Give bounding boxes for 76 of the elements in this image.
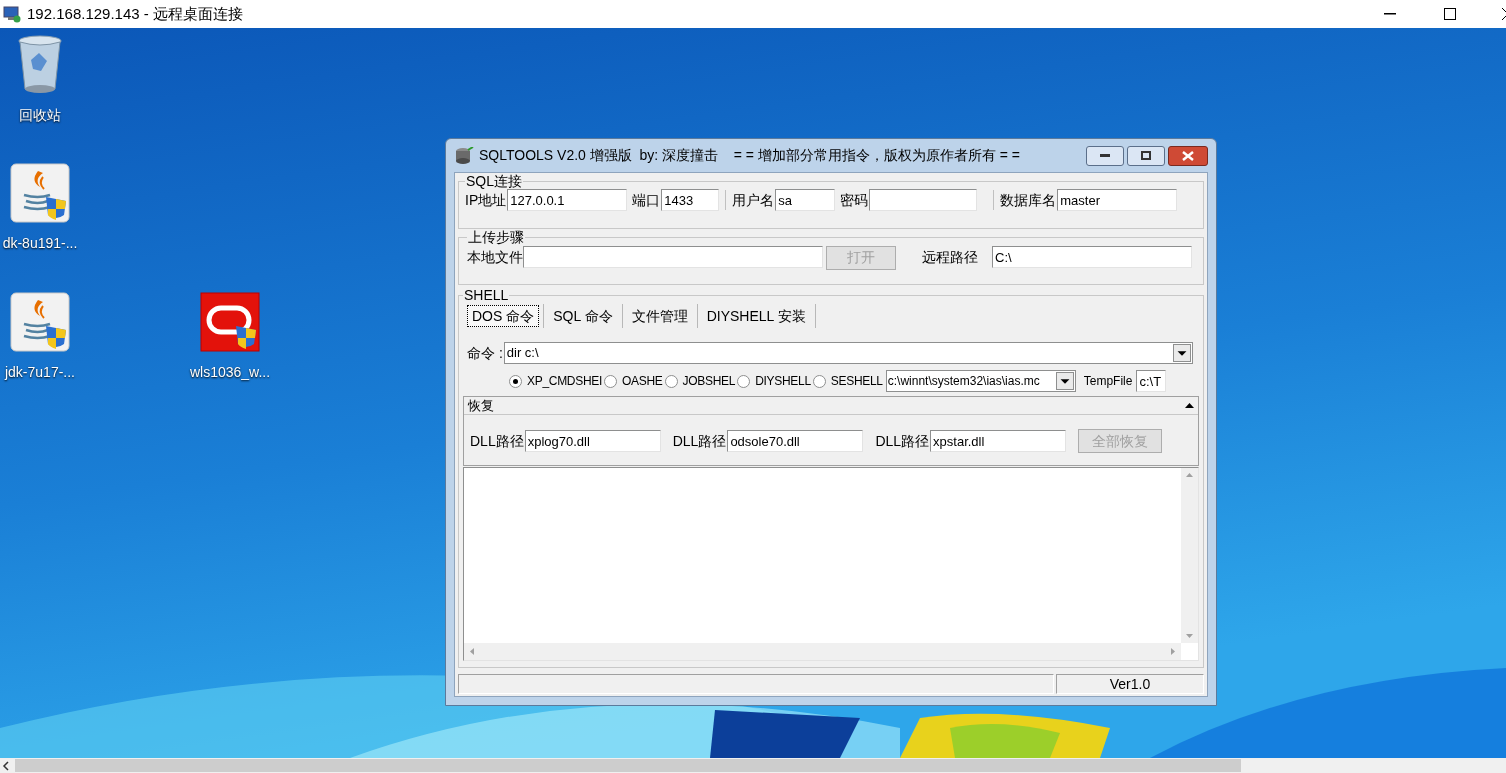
java-installer-icon xyxy=(10,163,70,223)
scroll-right-icon[interactable] xyxy=(1171,648,1175,655)
panel-title: 上传步骤 xyxy=(467,229,525,245)
close-icon xyxy=(1182,150,1194,161)
radio-button[interactable] xyxy=(737,374,751,388)
java-installer-icon xyxy=(10,292,70,352)
field-label: IP地址 xyxy=(465,190,507,210)
input-field[interactable] xyxy=(523,246,823,269)
minimize-icon[interactable] xyxy=(1384,13,1396,15)
maximize-icon xyxy=(1141,151,1151,160)
input-field[interactable] xyxy=(869,189,978,211)
field-label: TempFile xyxy=(1083,373,1133,390)
close-button[interactable] xyxy=(1168,145,1208,166)
radio-label: SESHELL xyxy=(830,373,883,390)
scroll-up-icon[interactable] xyxy=(1186,473,1193,477)
field-label: DLL路径 xyxy=(672,431,727,451)
input-field[interactable]: xplog70.dll xyxy=(524,430,661,452)
collapse-icon[interactable] xyxy=(1185,403,1194,408)
vertical-scrollbar[interactable] xyxy=(1181,468,1198,643)
field-label: 端口 xyxy=(632,190,661,210)
input-field[interactable]: 127.0.0.1 xyxy=(507,189,628,211)
scrollbar-thumb[interactable] xyxy=(15,759,1241,772)
version-label: Ver1.0 xyxy=(1109,674,1151,694)
field-label: DLL路径 xyxy=(875,431,930,451)
minimize-button[interactable] xyxy=(1086,145,1124,166)
horizontal-scrollbar[interactable] xyxy=(464,643,1181,660)
combo-value: dir c:\ xyxy=(505,344,540,363)
radio-label: JOBSHEL xyxy=(682,373,736,390)
field-label: 本地文件 xyxy=(467,247,523,267)
combo-value: c:\winnt\system32\ias\ias.mc xyxy=(886,373,1041,390)
field-label: 密码 xyxy=(840,190,869,210)
scroll-down-icon[interactable] xyxy=(1186,634,1193,638)
desktop-icon-label[interactable]: 回收站 xyxy=(19,105,61,126)
radio-label: OASHE xyxy=(622,373,663,390)
window-title: 192.168.129.143 - 远程桌面连接 xyxy=(27,3,243,24)
field-label: DLL路径 xyxy=(470,431,524,451)
command-combo-box[interactable]: dir c:\ xyxy=(503,342,1193,364)
radio-label: XP_CMDSHEI xyxy=(527,373,603,390)
input-field[interactable]: c:\T xyxy=(1136,370,1167,392)
tab[interactable]: DOS 命令 xyxy=(467,305,540,327)
app-title: SQLTOOLS V2.0 增强版 by: 深度撞击 = = 增加部分常用指令，版权为原作者所有 = = xyxy=(479,146,1020,165)
tab[interactable]: 文件管理 xyxy=(626,305,693,327)
trash-can-icon xyxy=(17,35,63,95)
database-icon xyxy=(454,146,474,165)
radio-button[interactable] xyxy=(664,374,678,388)
input-field[interactable]: master xyxy=(1057,189,1178,211)
maximize-icon[interactable] xyxy=(1444,8,1456,20)
input-field[interactable]: C:\ xyxy=(992,246,1192,269)
field-label: 命令 : xyxy=(467,343,503,363)
maximize-button[interactable] xyxy=(1127,145,1165,166)
field-label: 远程路径 xyxy=(922,247,978,267)
input-field[interactable]: sa xyxy=(775,189,836,211)
input-field[interactable]: xpstar.dll xyxy=(930,430,1067,452)
radio-button[interactable] xyxy=(604,374,618,388)
desktop-icon-label[interactable]: wls1036_w... xyxy=(189,362,271,383)
radio-label: DIYSHELL xyxy=(755,373,811,390)
oracle-installer-icon xyxy=(200,292,260,352)
horizontal-scrollbar[interactable] xyxy=(0,758,1506,773)
field-label: 用户名 xyxy=(732,190,775,210)
tab[interactable]: DIYSHELL 安装 xyxy=(701,305,811,327)
panel-title: SQL连接 xyxy=(465,173,523,189)
desktop-icon-label[interactable]: dk-8u191-... xyxy=(2,233,78,254)
panel-title: SHELL xyxy=(463,287,510,303)
path-combo-box[interactable]: c:\winnt\system32\ias\ias.mc xyxy=(885,370,1076,392)
radio-button[interactable] xyxy=(812,374,826,388)
field-label: 数据库名 xyxy=(1000,190,1057,210)
input-field[interactable]: 1433 xyxy=(661,189,720,211)
panel-title: 恢复 xyxy=(468,396,495,415)
tab[interactable]: SQL 命令 xyxy=(548,305,618,327)
close-icon[interactable] xyxy=(1502,8,1506,20)
input-field[interactable]: odsole70.dll xyxy=(727,430,864,452)
scroll-left-icon[interactable] xyxy=(2,760,10,771)
minimize-icon xyxy=(1100,153,1110,158)
remote-desktop-icon xyxy=(3,5,21,23)
radio-button[interactable] xyxy=(509,374,522,388)
desktop-icon-label[interactable]: jdk-7u17-... xyxy=(4,362,75,383)
